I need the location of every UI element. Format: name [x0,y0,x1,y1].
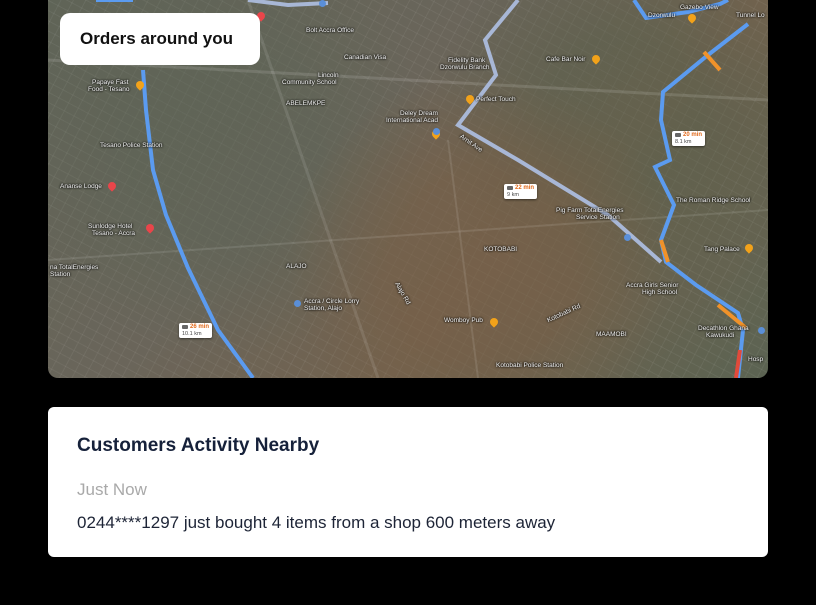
map-label: Canadian Visa [344,54,387,61]
map-label: Gazebo View [680,4,719,11]
map-label: Lincoln [318,72,339,79]
route-right [632,0,750,378]
map-label: Dzorwulu [648,12,676,19]
map-label: Cafe Bar Noir [546,56,586,63]
map-label: Pig Farm TotalEnergies [556,207,624,214]
map-label: Station [50,271,71,278]
map-label: Perfect Touch [476,96,516,103]
route-middle [455,0,663,264]
route-duration-chip[interactable]: 26 min 10.1 km [179,323,213,338]
map-label: na TotalEnergies [50,264,99,271]
map-label: Service Station [576,214,620,221]
place-pin-icon[interactable] [319,0,326,7]
map-label: Food - Tesano [88,86,130,93]
map-label: Tang Palace [704,246,740,253]
map-label: Deley Dream [400,110,438,117]
car-icon [182,324,188,329]
orders-around-you-label: Orders around you [80,29,234,48]
map-label: Kotobabi Police Station [496,362,564,369]
map-label: MAAMOBI [596,331,627,338]
car-icon [507,185,513,190]
activity-timestamp: Just Now [77,480,147,499]
place-pin-icon[interactable] [624,234,631,241]
place-pin-icon[interactable] [294,300,301,307]
map-label: Accra / Circle Lorry [304,298,360,305]
map-label: Tesano - Accra [92,230,135,237]
map-label: Womboy Pub [444,317,483,324]
map-label: The Roman Ridge School [676,197,751,204]
map-label: International Acad [386,117,439,124]
map-label: Tesano Police Station [100,142,163,149]
card-title: Customers Activity Nearby [77,435,320,456]
activity-message: 0244****1297 just bought 4 items from a … [77,513,556,532]
map-label: Kawukudi [706,332,735,339]
map-label: Station, Alajo [304,305,342,312]
route-duration-chip[interactable]: 22 min 9 km [504,184,538,199]
map-label: Decathlon Ghana [698,325,749,332]
map-label: Dzorwulu Branch [440,64,490,71]
map-label: Fidelity Bank [448,57,486,64]
map-label: KOTOBABI [484,246,518,253]
map-label: Ananse Lodge [60,183,102,190]
map-label: Sunlodge Hotel [88,223,133,230]
place-pin-icon[interactable] [758,327,765,334]
car-icon [675,132,681,137]
map-label: Accra Girls Senior [626,282,679,289]
orders-around-you-badge: Orders around you [60,13,260,65]
map-label: Papaye Fast [92,79,129,86]
place-pin-icon[interactable] [433,128,440,135]
map-label: ABELEMKPE [286,100,326,107]
map-label: Bolt Accra Office [306,27,354,34]
map-label: High School [642,289,678,296]
customers-activity-card: Customers Activity Nearby Just Now 0244*… [48,407,768,557]
map-label: Tunnel Lo [736,12,765,19]
map-label: Community School [282,79,337,86]
route-duration-chip[interactable]: 20 min 8.1 km [672,131,706,146]
map-label: ALAJO [286,263,307,270]
map-label: Hosp [748,356,764,363]
